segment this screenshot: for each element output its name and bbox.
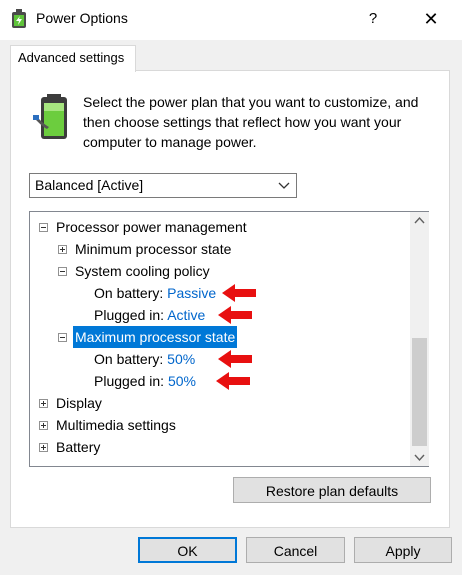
cooling-on-battery-value[interactable]: Passive: [167, 285, 216, 301]
expand-icon[interactable]: [39, 421, 48, 430]
power-plan-select[interactable]: Balanced [Active]: [29, 173, 297, 198]
max-state-plugged-in-label: Plugged in:: [94, 373, 165, 389]
red-arrow-icon: [222, 284, 256, 302]
chevron-down-icon: [278, 182, 290, 189]
tree-item-processor-power-management[interactable]: Processor power management: [56, 216, 247, 238]
collapse-icon[interactable]: [58, 267, 67, 276]
red-arrow-icon: [218, 350, 252, 368]
tree-item-display[interactable]: Display: [56, 392, 102, 414]
max-state-on-battery-value[interactable]: 50%: [167, 351, 195, 367]
dialog-body: Advanced settings Select the power plan …: [0, 40, 462, 575]
collapse-icon[interactable]: [58, 333, 67, 342]
scroll-down-icon[interactable]: [410, 448, 429, 466]
description-text: Select the power plan that you want to c…: [83, 94, 419, 150]
power-plan-value: Balanced [Active]: [35, 177, 144, 193]
tab-advanced-settings[interactable]: Advanced settings: [10, 45, 136, 72]
scroll-up-icon[interactable]: [410, 212, 429, 230]
battery-icon: [33, 94, 67, 139]
tree-item-maximum-processor-state[interactable]: Maximum processor state: [73, 326, 238, 348]
cancel-button[interactable]: Cancel: [246, 537, 345, 563]
tab-label: Advanced settings: [18, 50, 125, 65]
max-state-on-battery-row: On battery: 50%: [94, 348, 195, 370]
expand-icon[interactable]: [39, 443, 48, 452]
max-state-on-battery-label: On battery:: [94, 351, 164, 367]
settings-tree: Processor power management Minimum proce…: [29, 211, 429, 467]
tree-item-minimum-processor-state[interactable]: Minimum processor state: [75, 238, 231, 260]
tree-scrollbar[interactable]: [410, 212, 429, 466]
max-state-plugged-in-row: Plugged in: 50%: [94, 370, 196, 392]
cooling-plugged-in-row: Plugged in: Active: [94, 304, 205, 326]
cooling-on-battery-row: On battery: Passive: [94, 282, 216, 304]
close-button[interactable]: ✕: [415, 4, 447, 34]
cooling-plugged-in-value[interactable]: Active: [167, 307, 205, 323]
ok-button[interactable]: OK: [138, 537, 237, 563]
cooling-on-battery-label: On battery:: [94, 285, 164, 301]
apply-button[interactable]: Apply: [354, 537, 452, 563]
restore-plan-defaults-button[interactable]: Restore plan defaults: [233, 477, 431, 503]
cooling-plugged-in-label: Plugged in:: [94, 307, 165, 323]
collapse-icon[interactable]: [39, 223, 48, 232]
red-arrow-icon: [218, 306, 252, 324]
tree-item-multimedia-settings[interactable]: Multimedia settings: [56, 414, 176, 436]
max-state-plugged-in-value[interactable]: 50%: [168, 373, 196, 389]
title-bar: Power Options ? ✕: [0, 0, 462, 40]
settings-panel: Select the power plan that you want to c…: [10, 70, 450, 528]
window-title: Power Options: [36, 10, 128, 26]
red-arrow-icon: [216, 372, 250, 390]
expand-icon[interactable]: [39, 399, 48, 408]
expand-icon[interactable]: [58, 245, 67, 254]
tree-item-battery[interactable]: Battery: [56, 436, 100, 458]
scroll-thumb[interactable]: [412, 338, 427, 446]
power-options-icon: [12, 9, 26, 28]
help-button[interactable]: ?: [358, 4, 388, 34]
tree-item-system-cooling-policy[interactable]: System cooling policy: [75, 260, 210, 282]
